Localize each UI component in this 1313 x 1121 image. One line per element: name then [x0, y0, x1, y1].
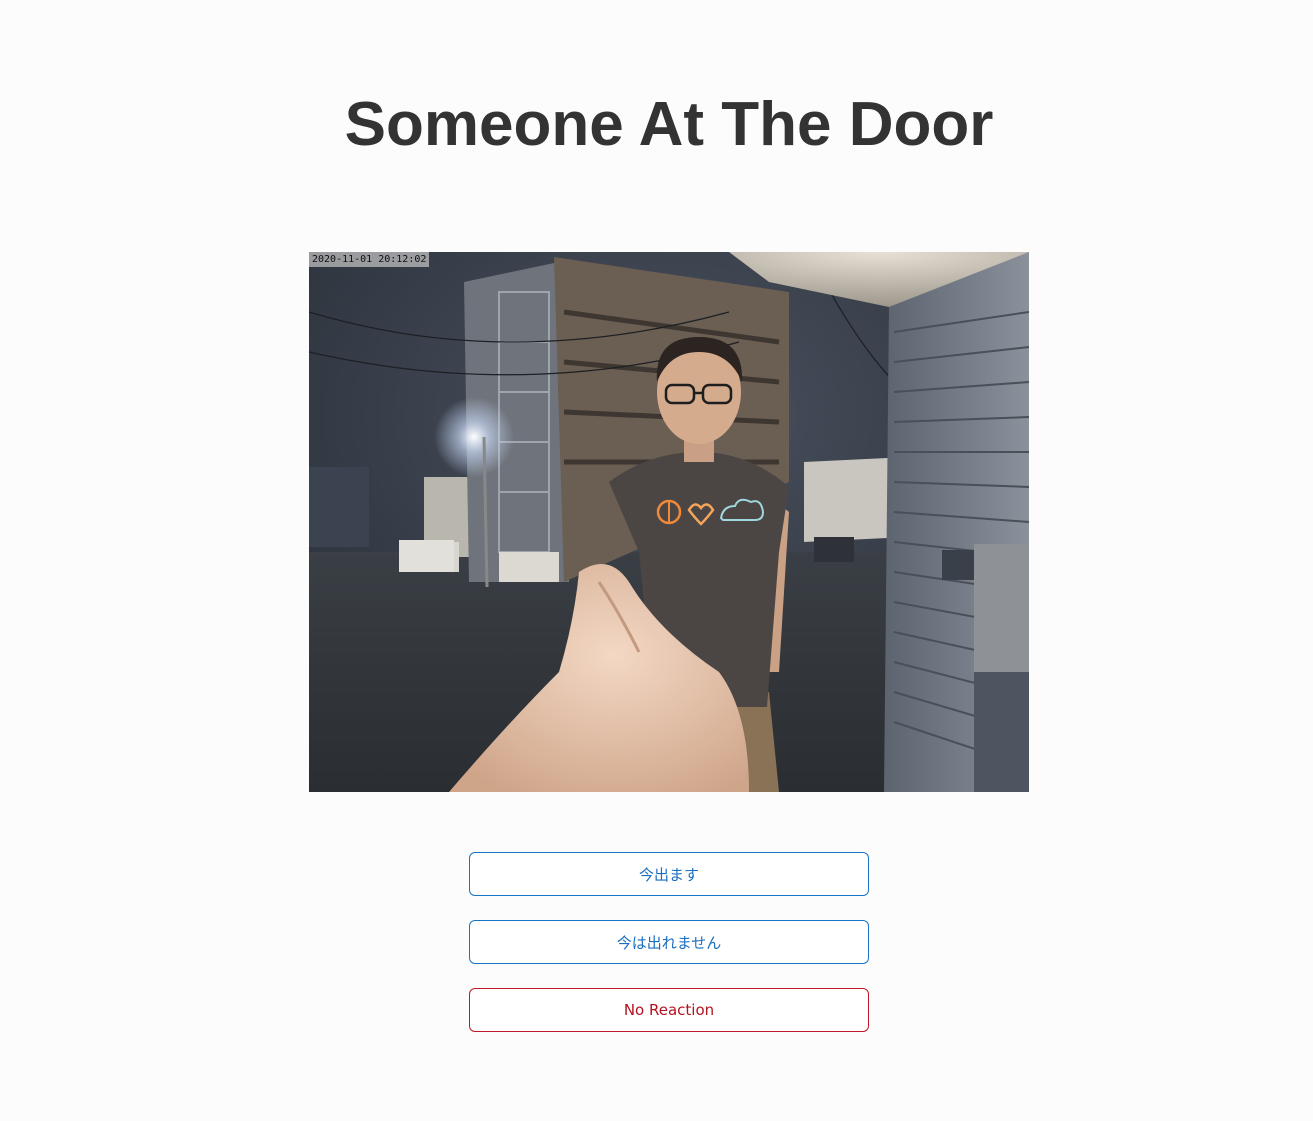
coming-now-button[interactable]: 今出ます: [469, 852, 869, 896]
coming-now-label: 今出ます: [638, 865, 699, 884]
no-reaction-label: No Reaction: [623, 1001, 715, 1019]
door-camera-snapshot: 2020-11-01 20:12:02: [309, 252, 1029, 792]
no-reaction-button[interactable]: No Reaction: [469, 988, 869, 1032]
page-title: Someone At The Door: [344, 90, 994, 159]
camera-timestamp: 2020-11-01 20:12:02: [309, 252, 430, 267]
camera-image: [309, 252, 1029, 792]
cannot-come-button[interactable]: 今は出れません: [469, 920, 869, 964]
doorbell-page: Someone At The Door 2020-11-01 20:12:02 …: [0, 0, 1313, 1121]
cannot-come-label: 今は出れません: [616, 933, 722, 952]
